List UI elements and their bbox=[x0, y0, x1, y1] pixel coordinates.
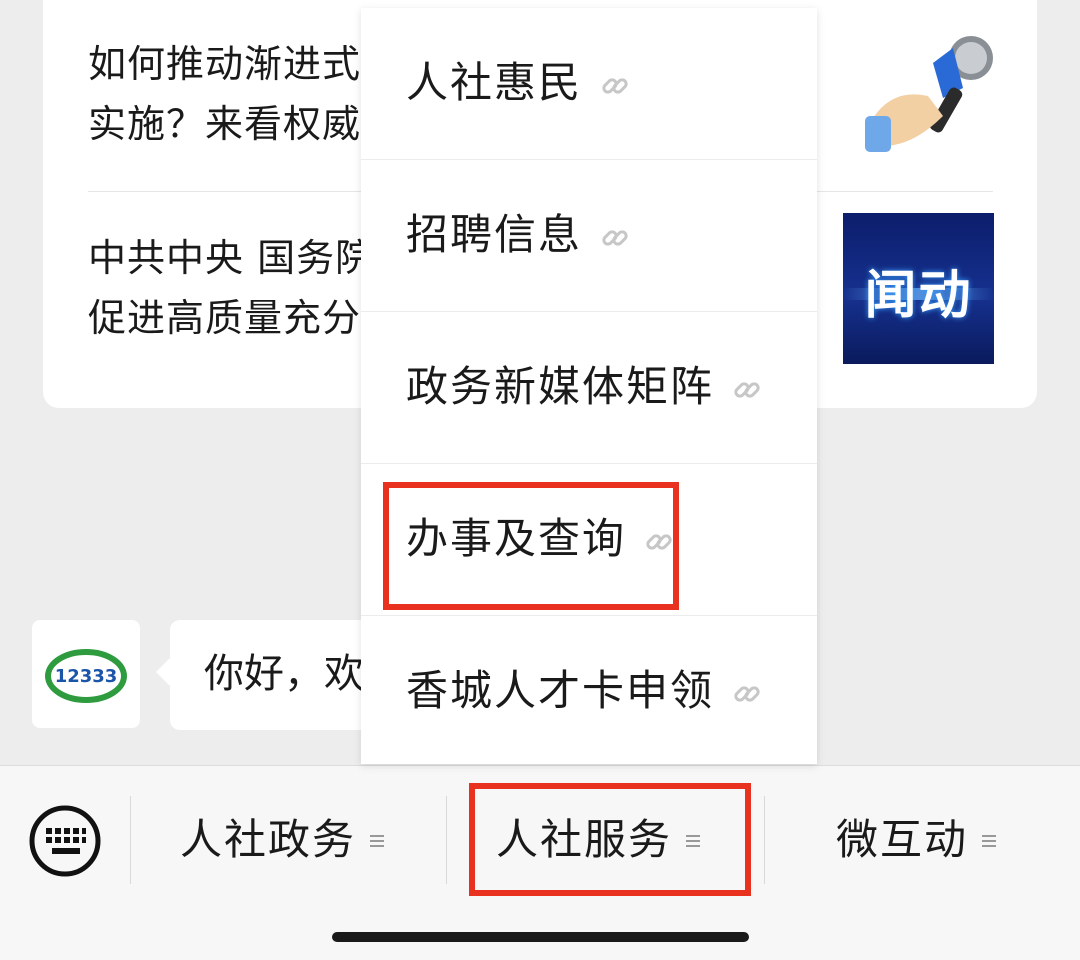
tab-wei-hudong[interactable]: 微互动 bbox=[836, 810, 997, 870]
menu-item-zhaopin-xinxi[interactable]: 招聘信息 bbox=[361, 160, 817, 312]
menu-item-xiangcheng-rencaika[interactable]: 香城人才卡申领 bbox=[361, 616, 817, 768]
news-thumbnail-label: 闻动 bbox=[864, 266, 973, 326]
keyboard-icon[interactable] bbox=[28, 804, 102, 878]
highlight-box bbox=[383, 482, 679, 610]
tab-label: 人社政务 bbox=[180, 815, 357, 864]
separator bbox=[446, 796, 447, 884]
menu-item-renshe-huimin[interactable]: 人社惠民 bbox=[361, 8, 817, 160]
menu-item-label: 人社惠民 bbox=[406, 58, 583, 107]
link-icon bbox=[734, 381, 760, 398]
menu-item-label: 招聘信息 bbox=[406, 210, 583, 259]
separator bbox=[130, 796, 131, 884]
menu-item-zhengwu-xinmeiti[interactable]: 政务新媒体矩阵 bbox=[361, 312, 817, 464]
menu-item-label: 政务新媒体矩阵 bbox=[406, 362, 715, 411]
news-thumbnail: 闻动 bbox=[843, 213, 994, 364]
home-indicator[interactable] bbox=[332, 932, 749, 942]
menu-lines-icon bbox=[982, 832, 997, 847]
logo-12333-icon: 12333 bbox=[45, 649, 127, 703]
svg-text:12333: 12333 bbox=[55, 666, 118, 687]
submenu-popup: 人社惠民 招聘信息 政务新媒体矩阵 办事及查询 香城人才卡申领 bbox=[361, 8, 817, 764]
tab-label: 微互动 bbox=[836, 815, 969, 864]
avatar[interactable]: 12333 bbox=[32, 620, 140, 728]
menu-item-label: 香城人才卡申领 bbox=[406, 666, 715, 715]
link-icon bbox=[734, 685, 760, 702]
microphone-thumbnail-icon bbox=[865, 36, 993, 152]
menu-lines-icon bbox=[370, 832, 385, 847]
separator bbox=[764, 796, 765, 884]
tab-renshe-zhengwu[interactable]: 人社政务 bbox=[180, 810, 385, 870]
link-icon bbox=[602, 77, 628, 94]
message-text: 你好，欢 bbox=[204, 651, 364, 697]
highlight-box bbox=[469, 783, 751, 896]
link-icon bbox=[602, 229, 628, 246]
